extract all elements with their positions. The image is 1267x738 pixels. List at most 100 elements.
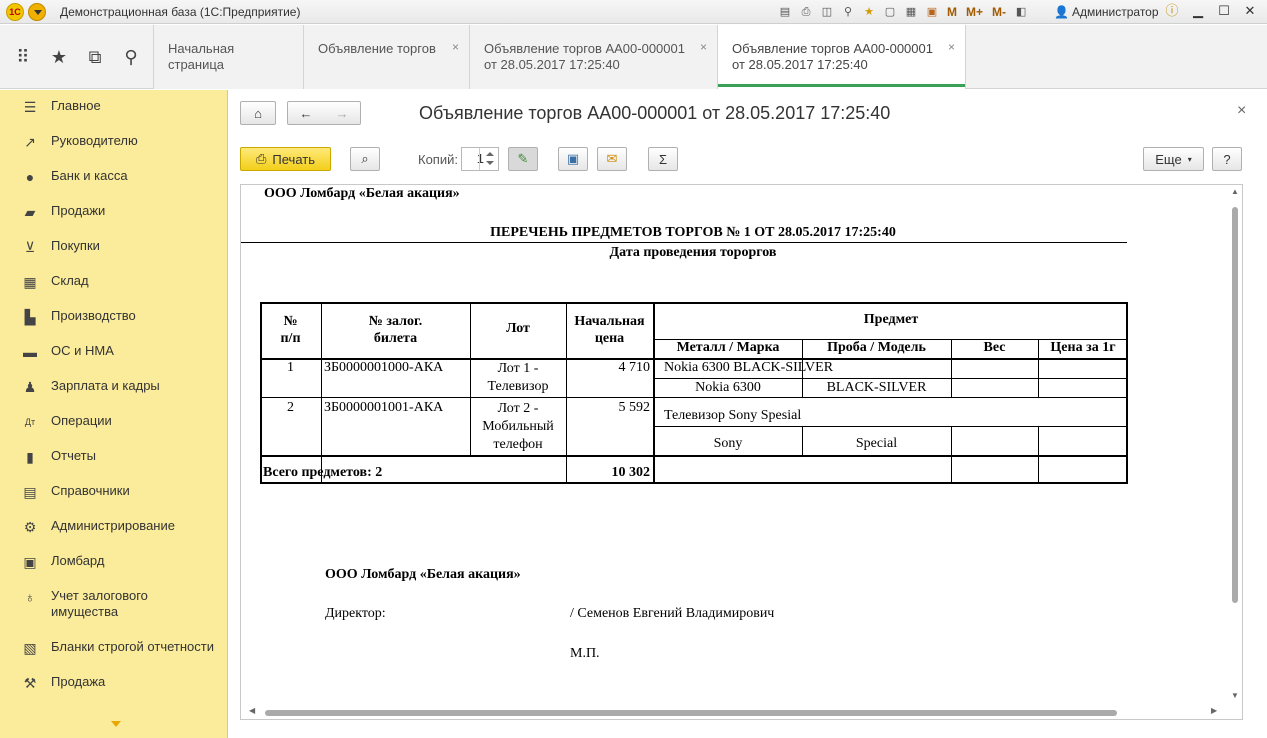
save-file-button[interactable]: ▣ — [558, 147, 588, 171]
home-button[interactable]: ⌂ — [240, 101, 276, 125]
sidebar-item-purchases[interactable]: ⊻ Покупки — [0, 238, 228, 255]
scroll-right-icon[interactable]: ▶ — [1211, 706, 1217, 715]
favorites-star-icon[interactable]: ★ — [48, 46, 70, 68]
sidebar-item-payroll[interactable]: ♟ Зарплата и кадры — [0, 378, 228, 395]
magnifier-page-icon: ⌕ — [361, 151, 369, 166]
horizontal-scrollbar[interactable]: ◀ ▶ — [241, 705, 1227, 719]
sidebar-item-pawnshop[interactable]: ▣ Ломбард — [0, 553, 228, 570]
header-start-price: Начальная цена — [566, 313, 653, 347]
scroll-up-icon[interactable]: ▲ — [1231, 187, 1239, 196]
link-icon[interactable]: ⚲ — [839, 3, 857, 21]
row1-probe: BLACK-SILVER — [826, 380, 927, 395]
help-label: ? — [1223, 151, 1231, 167]
tab-announcement-document[interactable]: Объявление торгов АА00-000001 от 28.05.2… — [470, 25, 718, 89]
horizontal-scroll-thumb[interactable] — [265, 710, 1117, 716]
sidebar-item-manager[interactable]: ↗ Руководителю — [0, 133, 228, 150]
back-arrow-icon[interactable]: ← — [300, 106, 313, 121]
coin-icon: ● — [25, 169, 35, 185]
sidebar-item-collateral[interactable]: ♁ Учет залогового имущества — [0, 588, 228, 620]
save-icon[interactable]: ▤ — [776, 3, 794, 21]
sidebar-item-operations[interactable]: Дт Операции — [0, 413, 228, 430]
director-label: Директор: — [325, 606, 386, 621]
memory-m-minus-button[interactable]: M- — [989, 3, 1009, 21]
memory-m-plus-button[interactable]: M+ — [963, 3, 986, 21]
header-text: п/п — [280, 331, 301, 346]
maximize-button[interactable]: ☐ — [1213, 2, 1235, 20]
sidebar-item-administration[interactable]: ⚙ Администрирование — [0, 518, 228, 535]
user-menu[interactable]: 👤 Администратор — [1054, 5, 1159, 19]
sidebar-item-reports[interactable]: ▮ Отчеты — [0, 448, 228, 465]
spreadsheet-document[interactable]: ООО Ломбард «Белая акация» ПЕРЕЧЕНЬ ПРЕД… — [240, 184, 1243, 720]
footer-org-name: ООО Ломбард «Белая акация» — [325, 567, 521, 582]
search-icon[interactable]: ⚲ — [120, 46, 142, 68]
sidebar-item-sales[interactable]: ▰ Продажи — [0, 203, 228, 220]
tab-home[interactable]: Начальная страница — [154, 25, 304, 89]
header-text: билета — [373, 331, 418, 346]
title-toolbar: ▤ ⎙ ◫ ⚲ ★ ▢ ▦ ▣ M M+ M- ◧ — [776, 3, 1030, 21]
info-icon[interactable]: ⓘ — [1161, 2, 1183, 20]
main-menu-icon[interactable] — [28, 3, 46, 21]
document-subheading: Дата проведения тороргов — [609, 245, 777, 260]
sidebar-item-strict-forms[interactable]: ▧ Бланки строгой отчетности — [0, 639, 228, 656]
tab-announcements[interactable]: Объявление торгов × — [304, 25, 470, 89]
calendar-icon[interactable]: ▣ — [923, 3, 941, 21]
minimize-button[interactable]: ▁ — [1187, 2, 1209, 20]
history-icon[interactable]: ▢ — [881, 3, 899, 21]
vertical-scrollbar[interactable]: ▲ ▼ — [1227, 185, 1242, 705]
copies-spinner[interactable] — [479, 148, 499, 170]
panels-icon[interactable]: ◧ — [1012, 3, 1030, 21]
scroll-down-icon[interactable] — [111, 721, 121, 727]
sidebar-item-assets[interactable]: ▬ ОС и НМА — [0, 343, 228, 360]
tab-sublabel: от 28.05.2017 17:25:40 — [484, 57, 620, 72]
forward-arrow-icon[interactable]: → — [336, 106, 349, 121]
header-item: Предмет — [863, 312, 919, 327]
printer-icon: ⎙ — [256, 151, 267, 166]
preview-icon[interactable]: ◫ — [818, 3, 836, 21]
calculator-icon[interactable]: ▦ — [902, 3, 920, 21]
close-icon[interactable]: × — [700, 39, 707, 55]
print-icon[interactable]: ⎙ — [797, 3, 815, 21]
sidebar-item-production[interactable]: ▙ Производство — [0, 308, 228, 325]
preview-button[interactable]: ⌕ — [350, 147, 380, 171]
print-button[interactable]: ⎙ Печать — [240, 147, 331, 171]
tab-announcement-print[interactable]: Объявление торгов АА00-000001 от 28.05.2… — [718, 25, 966, 89]
sidebar-item-sale[interactable]: ⚒ Продажа — [0, 674, 228, 691]
header-num: № п/п — [260, 313, 321, 347]
sidebar-item-main[interactable]: ☰ Главное — [0, 98, 228, 115]
close-window-button[interactable]: ✕ — [1239, 2, 1261, 20]
sidebar-item-catalogs[interactable]: ▤ Справочники — [0, 483, 228, 500]
row2-item-title: Телевизор Sony Spesial — [664, 408, 802, 423]
copies-label: Копий: — [418, 152, 458, 167]
open-windows-bar: ⠿ ★ ⧉ ⚲ Начальная страница Объявление то… — [0, 25, 1267, 89]
header-metal: Металл / Марка — [676, 340, 780, 355]
factory-icon: ▙ — [24, 309, 36, 325]
edit-mode-button[interactable]: ✎ — [508, 147, 538, 171]
row1-metal: Nokia 6300 — [695, 380, 761, 395]
help-button[interactable]: ? — [1212, 147, 1242, 171]
sum-button[interactable]: Σ — [648, 147, 678, 171]
row1-ticket: ЗБ0000001000-АКА — [324, 360, 444, 375]
more-label: Еще — [1155, 151, 1182, 167]
close-icon[interactable]: × — [452, 39, 459, 55]
app-logo-icon[interactable]: 1С — [6, 3, 24, 21]
sidebar-item-warehouse[interactable]: ▦ Склад — [0, 273, 228, 290]
header-lot: Лот — [506, 321, 530, 336]
vertical-scroll-thumb[interactable] — [1232, 207, 1238, 603]
sidebar-item-bank[interactable]: ● Банк и касса — [0, 168, 228, 185]
scroll-left-icon[interactable]: ◀ — [249, 706, 255, 715]
user-icon: 👤 — [1054, 5, 1069, 19]
close-icon[interactable]: × — [948, 39, 955, 55]
more-button[interactable]: Еще ▾ — [1143, 147, 1204, 171]
items-table: № п/п № залог. билета Лот Начальная цена… — [260, 302, 1128, 484]
memory-m-button[interactable]: M — [944, 3, 960, 21]
send-email-button[interactable]: ✉ — [597, 147, 627, 171]
history-icon[interactable]: ⧉ — [84, 46, 106, 68]
sections-grid-icon[interactable]: ⠿ — [12, 46, 34, 68]
row2-metal: Sony — [713, 436, 743, 451]
cart-icon: ⊻ — [24, 239, 36, 255]
favorite-icon[interactable]: ★ — [860, 3, 878, 21]
close-form-icon[interactable]: × — [1237, 102, 1246, 120]
edit-table-icon: ✎ — [517, 151, 529, 166]
scroll-down-icon[interactable]: ▼ — [1231, 691, 1239, 700]
truck-icon: ▬ — [23, 344, 37, 360]
